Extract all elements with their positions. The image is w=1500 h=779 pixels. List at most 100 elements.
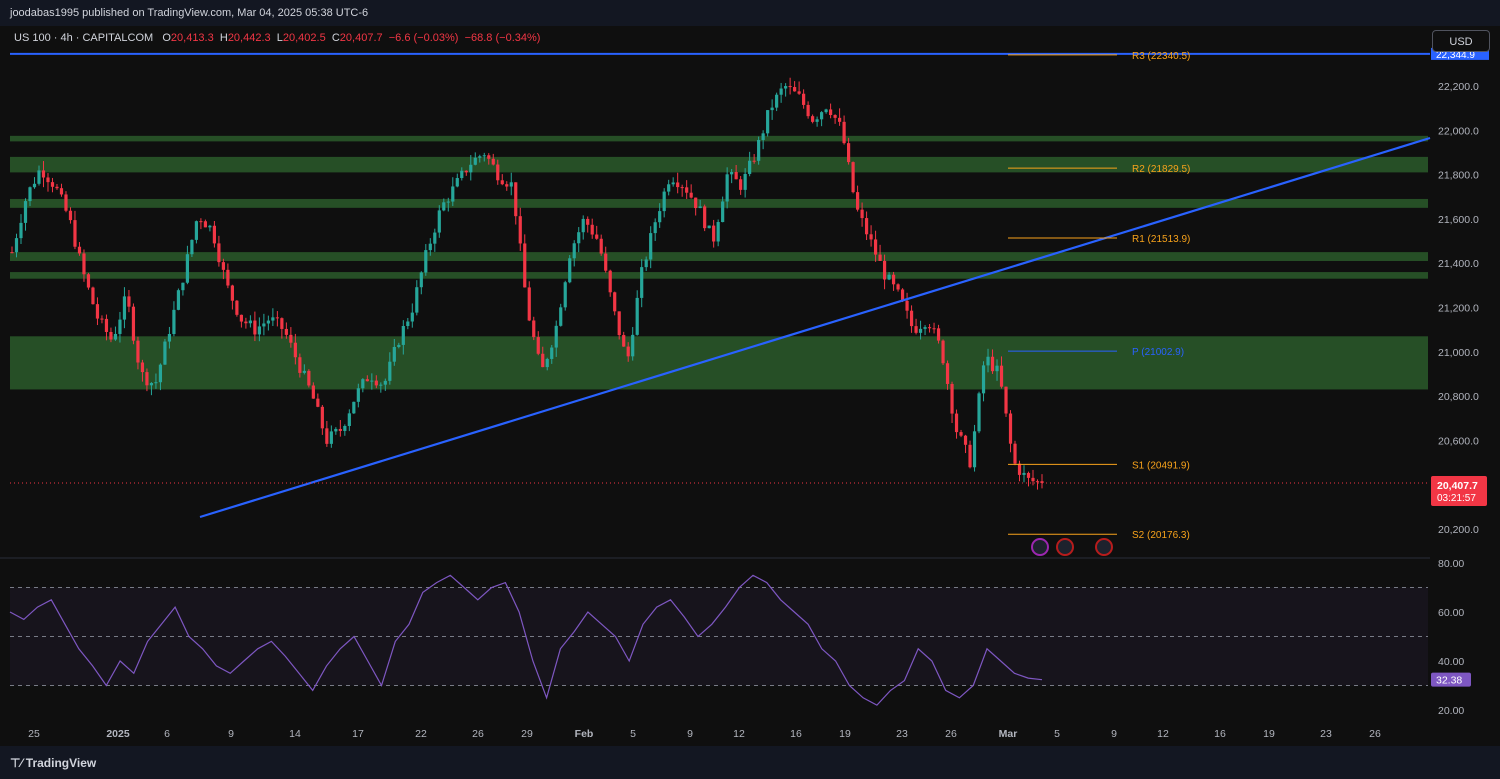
candle-body — [671, 182, 675, 185]
time-tick-label: 5 — [1054, 728, 1060, 740]
candle-body — [14, 238, 19, 253]
candle-body — [914, 326, 918, 333]
time-tick-label: 6 — [164, 728, 170, 740]
candle-body — [284, 328, 288, 335]
candle-body — [343, 425, 347, 431]
candle-body — [257, 326, 261, 335]
candle-body — [383, 380, 387, 385]
candle-body — [950, 383, 954, 414]
lightning-event-icon[interactable] — [1031, 538, 1049, 556]
candle-body — [725, 174, 729, 202]
candle-body — [365, 379, 369, 382]
candle-body — [163, 341, 167, 365]
candle-body — [752, 160, 756, 162]
candle-body — [972, 431, 977, 468]
pivot-label: P (21002.9) — [1132, 347, 1184, 358]
candle-body — [959, 432, 963, 436]
candle-body — [1008, 413, 1013, 444]
close-label: C — [331, 32, 340, 44]
candle-body — [1013, 443, 1017, 464]
candle-body — [815, 119, 819, 122]
candle-body — [824, 109, 828, 113]
price-tick-label: 20,600.0 — [1438, 435, 1479, 447]
us-flag-event-icon[interactable] — [1095, 538, 1113, 556]
candle-body — [316, 398, 320, 407]
candle-body — [766, 110, 770, 134]
candle-body — [864, 218, 869, 235]
candle-body — [689, 192, 693, 198]
pivot-label: R1 (21513.9) — [1132, 234, 1190, 245]
candle-body — [550, 347, 554, 359]
candle-body — [491, 158, 495, 165]
candle-body — [923, 327, 927, 329]
candle-body — [293, 342, 297, 358]
time-tick-label: 19 — [1263, 728, 1275, 740]
candle-body — [986, 356, 990, 366]
candle-body — [505, 184, 509, 187]
candle-body — [131, 306, 136, 341]
candle-body — [617, 311, 621, 336]
chart-canvas[interactable]: R3 (22340.5) R2 (21829.5) R1 (21513.9) P (2… — [0, 0, 1500, 779]
rsi-tick-label: 60.00 — [1438, 607, 1464, 619]
candle-body — [945, 363, 950, 384]
candle-body — [1017, 463, 1022, 475]
time-tick-label: 5 — [630, 728, 636, 740]
candle-body — [311, 385, 315, 399]
time-tick-label: Mar — [999, 728, 1018, 740]
candle-body — [307, 370, 311, 386]
candle-body — [581, 218, 585, 233]
candle-body — [891, 274, 896, 285]
candle-body — [631, 334, 635, 357]
currency-button[interactable]: USD — [1432, 30, 1490, 52]
candle-body — [356, 388, 360, 402]
candle-body — [23, 201, 28, 223]
candle-body — [64, 194, 68, 211]
symbol-legend: US 100 · 4h · CAPITALCOM O20,413.3 H20,4… — [14, 32, 540, 44]
candle-body — [248, 320, 252, 324]
time-tick-label: 19 — [839, 728, 851, 740]
rsi-band — [10, 587, 1428, 686]
candle-body — [77, 246, 82, 254]
candle-body — [59, 188, 64, 195]
candle-body — [298, 357, 302, 373]
candle-body — [203, 221, 208, 228]
countdown-text: 03:21:57 — [1437, 493, 1476, 504]
candle-body — [775, 94, 779, 108]
candle-body — [455, 178, 459, 187]
candle-body — [649, 233, 653, 260]
candle-body — [837, 117, 842, 122]
candle-body — [1022, 472, 1026, 475]
time-tick-label: 23 — [896, 728, 908, 740]
candle-body — [855, 192, 860, 210]
time-tick-label: 16 — [1214, 728, 1226, 740]
candle-body — [1026, 472, 1031, 478]
candle-body — [532, 320, 536, 338]
candle-body — [82, 253, 86, 275]
candle-body — [275, 317, 279, 319]
candle-body — [352, 401, 356, 414]
candle-body — [194, 221, 199, 240]
candle-body — [523, 243, 527, 288]
pivot-label: S2 (20176.3) — [1132, 530, 1190, 541]
open-value: 20,413.3 — [170, 32, 214, 44]
candle-body — [55, 186, 59, 189]
candle-body — [464, 170, 468, 173]
candle-body — [127, 296, 131, 307]
candle-body — [784, 86, 788, 89]
candle-body — [73, 220, 77, 247]
candle-body — [433, 232, 437, 244]
candle-body — [401, 325, 405, 345]
candle-body — [954, 413, 959, 433]
price-tick-label: 22,200.0 — [1438, 81, 1479, 93]
candle-body — [878, 254, 882, 261]
candle-body — [595, 234, 599, 239]
candle-body — [748, 160, 752, 174]
price-tick-label: 21,600.0 — [1438, 214, 1479, 226]
us-flag-event-icon[interactable] — [1056, 538, 1074, 556]
candle-body — [199, 221, 203, 223]
candle-body — [995, 365, 999, 372]
candle-body — [703, 206, 707, 229]
candle-body — [19, 222, 23, 239]
candle-body — [397, 344, 401, 347]
candle-body — [662, 191, 666, 212]
